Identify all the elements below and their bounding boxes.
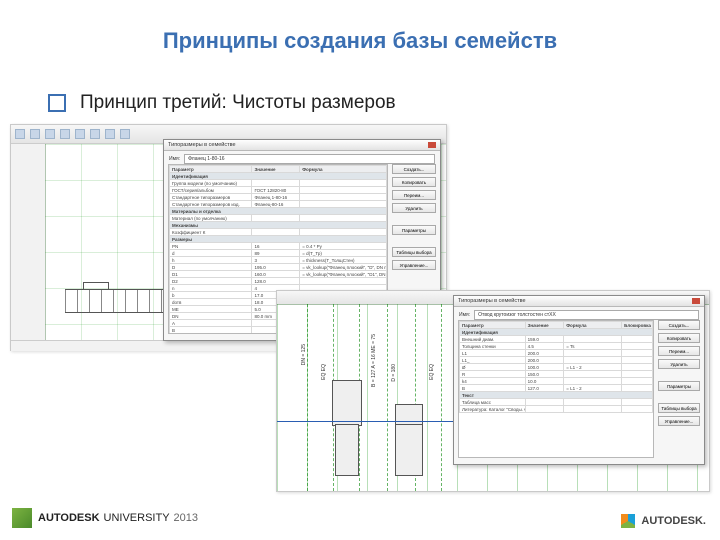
toolbar-icon[interactable] — [15, 129, 25, 139]
manage-button[interactable]: Управление... — [392, 260, 436, 270]
dialog-buttons: Создать... Копировать Переим... Удалить … — [658, 320, 700, 426]
param-row[interactable]: Материал (по умолчанию) — [170, 215, 387, 222]
param-row[interactable]: R150.0 — [460, 371, 653, 378]
param-row[interactable]: Толщина стенки4.5= Ts — [460, 343, 653, 350]
param-row[interactable]: h3= thickness(Т_ТолщСтен) — [170, 257, 387, 264]
param-row[interactable]: B127.0= L1 - 2 — [460, 385, 653, 392]
group-row: Текст — [460, 392, 653, 399]
footer-left: AUTODESK UNIVERSITY 2013 — [12, 508, 198, 528]
group-row: Размеры — [170, 236, 387, 243]
dialog-buttons: Создать... Копировать Переим... Удалить … — [392, 164, 436, 270]
param-row[interactable]: D1160.0= vk_lookup("Фланец плоский", "D1… — [170, 271, 387, 278]
param-row[interactable]: L1200.0 — [460, 350, 653, 357]
dim-label: EQ EQ — [321, 364, 327, 380]
dialog-titlebar: Типоразмеры в семействе — [164, 140, 440, 151]
delete-button[interactable]: Удалить — [392, 203, 436, 213]
group-row: Идентификация — [460, 329, 653, 336]
type-combo[interactable]: Отвод крутоизог толстостен стХХ — [474, 310, 699, 320]
dim-label: B = 127 A = 16 МЕ = 75 — [371, 334, 377, 387]
col-header: Параметр — [170, 166, 252, 173]
group-row: Механизмы — [170, 222, 387, 229]
close-icon[interactable] — [692, 298, 700, 304]
dialog-titlebar: Типоразмеры в семействе — [454, 296, 704, 307]
screenshot-right: Опорный уровень DN = 125 EQ EQ B = 127 A… — [276, 290, 710, 492]
col-header: Формула — [300, 166, 387, 173]
param-grid[interactable]: ПараметрЗначениеФормулаБлокировкаИдентиф… — [458, 320, 654, 458]
part — [395, 404, 423, 426]
footer-brand-b: UNIVERSITY — [104, 512, 170, 524]
properties-palette — [11, 144, 46, 341]
col-header: Значение — [525, 322, 564, 329]
part — [335, 424, 359, 476]
footer-brand-a: AUTODESK — [38, 512, 100, 524]
new-button[interactable]: Создать... — [392, 164, 436, 174]
param-row[interactable]: Таблица масс — [460, 399, 653, 406]
param-row[interactable]: Литература: Каталог "Своды. Отводы круто… — [460, 406, 653, 413]
toolbar-icon[interactable] — [120, 129, 130, 139]
autodesk-logo-icon — [621, 514, 635, 528]
bullet-text: Принцип третий: Чистоты размеров — [80, 92, 396, 114]
au-badge-icon — [12, 508, 32, 528]
rename-button[interactable]: Переим... — [392, 190, 436, 200]
col-header: Параметр — [460, 322, 526, 329]
new-button[interactable]: Создать... — [658, 320, 700, 330]
close-icon[interactable] — [428, 142, 436, 148]
type-label: Имя: — [459, 312, 470, 318]
footer-year: 2013 — [174, 512, 198, 524]
type-value: Отвод крутоизог толстостен стХХ — [478, 312, 556, 318]
toolbar-icon[interactable] — [75, 129, 85, 139]
col-header: Блокировка — [622, 322, 653, 329]
dialog-title: Типоразмеры в семействе — [458, 298, 526, 304]
param-row[interactable]: Внешний диам.159.0 — [460, 336, 653, 343]
clone-button[interactable]: Копировать — [658, 333, 700, 343]
manage-button[interactable]: Управление... — [658, 416, 700, 426]
rename-button[interactable]: Переим... — [658, 346, 700, 356]
delete-button[interactable]: Удалить — [658, 359, 700, 369]
dim-label: D = 180 — [391, 364, 397, 382]
footer-right: AUTODESK. — [621, 514, 706, 528]
bullet-marker-icon — [48, 94, 66, 112]
dim-label: DN = 125 — [301, 344, 307, 365]
toolbar-icon[interactable] — [90, 129, 100, 139]
group-row: Идентификация — [170, 173, 387, 180]
type-label: Имя: — [169, 156, 180, 162]
param-row[interactable]: Коэффициент К — [170, 229, 387, 236]
dialog-title: Типоразмеры в семействе — [168, 142, 236, 148]
clone-button[interactable]: Копировать — [392, 177, 436, 187]
param-row[interactable]: Группа модели (по умолчанию) — [170, 180, 387, 187]
param-row[interactable]: D195.0= vk_lookup("Фланец плоский", "D",… — [170, 264, 387, 271]
toolbar-icon[interactable] — [105, 129, 115, 139]
params-button[interactable]: Параметры — [392, 225, 436, 235]
bullet-row: Принцип третий: Чистоты размеров — [48, 92, 396, 114]
types-dialog: Типоразмеры в семействе Имя: Отвод круто… — [453, 295, 705, 465]
slide-title: Принципы создания базы семейств — [0, 28, 720, 54]
col-header: Значение — [252, 166, 300, 173]
toolbar-icon[interactable] — [45, 129, 55, 139]
param-row[interactable]: Стандартное типоразмеров изд.Фланец-80-1… — [170, 201, 387, 208]
param-row[interactable]: L1_200.0 — [460, 357, 653, 364]
param-row[interactable]: Стандартное типоразмеровФланец 1-80-16 — [170, 194, 387, 201]
toolbar-icon[interactable] — [30, 129, 40, 139]
param-row[interactable]: k410.0 — [460, 378, 653, 385]
toolbar-icon[interactable] — [60, 129, 70, 139]
param-row[interactable]: Ø100.0= L1 - 2 — [460, 364, 653, 371]
lookup-tables-button[interactable]: Таблицы выбора — [658, 403, 700, 413]
param-row[interactable]: PN16= 0.4 * Py — [170, 243, 387, 250]
group-row: Материалы и отделка — [170, 208, 387, 215]
param-row[interactable]: d89= d(Т_Тр) — [170, 250, 387, 257]
dim-label: EQ EQ — [429, 364, 435, 380]
lookup-tables-button[interactable]: Таблицы выбора — [392, 247, 436, 257]
part — [332, 380, 362, 426]
type-value: Фланец 1-80-16 — [188, 156, 224, 162]
part — [395, 424, 423, 476]
params-button[interactable]: Параметры — [658, 381, 700, 391]
col-header: Формула — [564, 322, 622, 329]
type-combo[interactable]: Фланец 1-80-16 — [184, 154, 435, 164]
param-row[interactable]: D2128.0 — [170, 278, 387, 285]
footer-right-brand: AUTODESK. — [641, 515, 706, 527]
param-row[interactable]: ГОСТ/серия/альбомГОСТ 12820-80 — [170, 187, 387, 194]
